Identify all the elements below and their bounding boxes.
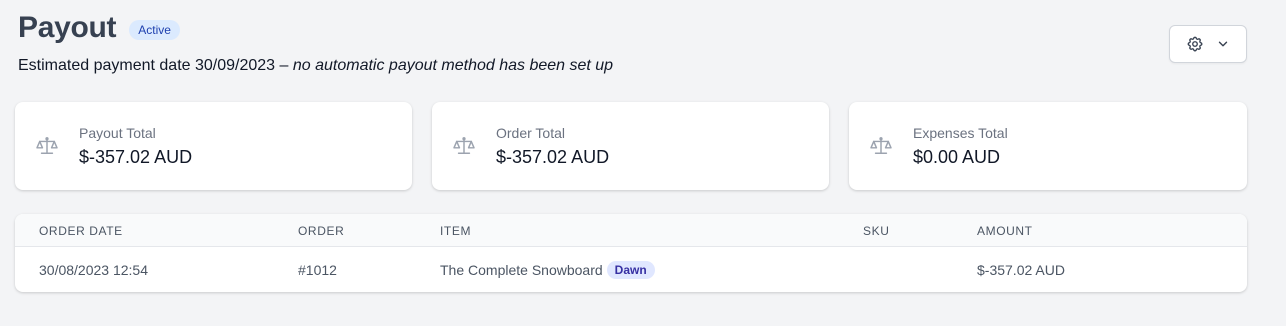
settings-menu-button[interactable]: [1169, 25, 1247, 63]
payout-total-value: $-357.02 AUD: [79, 147, 193, 167]
gear-icon: [1186, 35, 1204, 53]
column-header-order-date: ORDER DATE: [39, 224, 123, 238]
expenses-total-value: $0.00 AUD: [913, 147, 1001, 167]
payout-page: Payout Active Estimated payment date 30/…: [0, 0, 1286, 326]
order-number-cell[interactable]: #1012: [298, 261, 337, 279]
scale-icon: [870, 136, 892, 161]
item-name: The Complete Snowboard: [440, 262, 603, 278]
amount-cell: $-357.02 AUD: [977, 262, 1065, 278]
payout-items-table: ORDER DATE ORDER ITEM SKU AMOUNT 30/08/2…: [15, 214, 1247, 292]
scale-icon: [36, 136, 58, 161]
payment-date-subtitle: Estimated payment date 30/09/2023 – no a…: [18, 56, 613, 76]
payout-total-card: Payout Total $-357.02 AUD: [15, 102, 412, 190]
expenses-total-label: Expenses Total: [913, 125, 1008, 141]
payment-date-text: Estimated payment date 30/09/2023 –: [18, 57, 293, 74]
status-badge: Active: [129, 20, 180, 40]
column-header-item: ITEM: [440, 224, 472, 238]
order-total-label: Order Total: [496, 125, 565, 141]
column-header-sku: SKU: [863, 224, 890, 238]
payout-method-note: no automatic payout method has been set …: [292, 57, 614, 74]
order-total-card: Order Total $-357.02 AUD: [432, 102, 829, 190]
variant-badge: Dawn: [606, 261, 655, 279]
payout-total-label: Payout Total: [79, 125, 156, 141]
table-header: ORDER DATE ORDER ITEM SKU AMOUNT: [15, 214, 1247, 247]
order-total-value: $-357.02 AUD: [496, 147, 610, 167]
expenses-total-card: Expenses Total $0.00 AUD: [849, 102, 1247, 190]
column-header-order: ORDER: [298, 224, 345, 238]
item-cell: The Complete Snowboard Dawn: [440, 261, 655, 279]
page-header: Payout Active Estimated payment date 30/…: [18, 10, 613, 76]
chevron-down-icon: [1216, 37, 1230, 51]
title-row: Payout Active: [18, 10, 613, 46]
column-header-amount: AMOUNT: [977, 224, 1033, 238]
scale-icon: [453, 136, 475, 161]
page-title: Payout: [18, 11, 117, 44]
order-date-cell: 30/08/2023 12:54: [39, 262, 148, 278]
